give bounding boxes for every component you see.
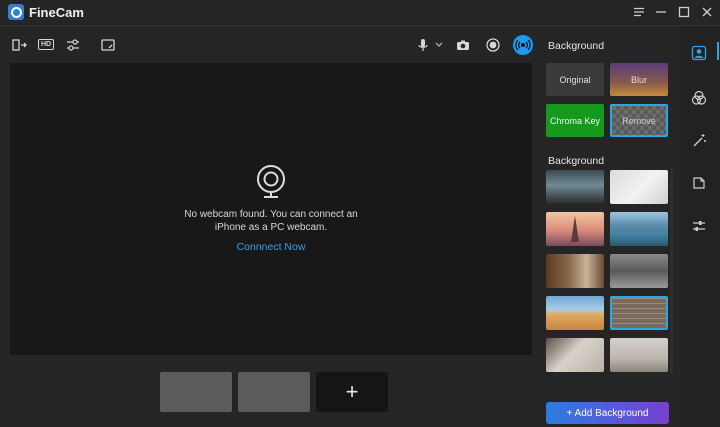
connect-now-link[interactable]: Connnect Now [10, 241, 532, 253]
background-storefront[interactable] [610, 338, 668, 372]
adjust-sliders-icon[interactable] [64, 36, 82, 54]
app-title: FineCam [29, 5, 84, 20]
backgrounds-section-title: Background [548, 155, 605, 167]
settings-sliders-icon[interactable] [690, 217, 708, 235]
no-webcam-message-line2: iPhone as a PC webcam. [214, 222, 328, 233]
app-logo [8, 4, 24, 20]
background-plain-room[interactable] [546, 338, 604, 372]
hamburger-icon[interactable] [630, 3, 648, 21]
whiteboard-icon[interactable] [99, 36, 117, 54]
webcam-icon [255, 164, 287, 203]
person-background-icon[interactable] [690, 44, 708, 62]
maximize-icon[interactable] [675, 3, 693, 21]
mode-original-tile[interactable]: Original [546, 63, 604, 96]
background-library-room[interactable] [546, 254, 604, 288]
live-broadcast-icon[interactable] [513, 35, 533, 55]
mode-blur-tile[interactable]: Blur [610, 63, 668, 96]
background-brick-wall[interactable] [610, 296, 668, 330]
magic-wand-icon[interactable] [690, 132, 708, 150]
sticker-icon[interactable] [690, 174, 708, 192]
add-background-button[interactable]: + Add Background [546, 402, 669, 424]
background-eiffel-tower[interactable] [546, 212, 604, 246]
mirror-flip-icon[interactable] [10, 36, 28, 54]
active-tab-indicator [717, 42, 719, 60]
close-icon[interactable] [698, 3, 716, 21]
minimize-icon[interactable] [652, 3, 670, 21]
chevron-down-icon[interactable] [430, 36, 448, 54]
mode-section-title: Background [548, 40, 605, 52]
camera-slot-1[interactable] [160, 372, 232, 412]
background-mountain-lake[interactable] [610, 212, 668, 246]
mode-chroma-key-tile[interactable]: Chroma Key [546, 104, 604, 137]
mode-remove-tile[interactable]: Remove [610, 104, 668, 137]
title-bar: FineCam [0, 0, 720, 24]
camera-slot-2[interactable] [238, 372, 310, 412]
backgrounds-scrollbar[interactable] [670, 168, 673, 373]
camera-icon[interactable] [454, 36, 472, 54]
background-office-interior[interactable] [546, 170, 604, 204]
add-camera-slot-button[interactable]: + [316, 372, 388, 412]
hd-icon[interactable]: HD [38, 39, 54, 50]
color-filter-icon[interactable] [690, 89, 708, 107]
no-webcam-message-line1: No webcam found. You can connect an [184, 209, 358, 220]
background-desert-dunes[interactable] [546, 296, 604, 330]
background-white-wall[interactable] [610, 170, 668, 204]
record-icon[interactable] [484, 36, 502, 54]
background-modern-office[interactable] [610, 254, 668, 288]
